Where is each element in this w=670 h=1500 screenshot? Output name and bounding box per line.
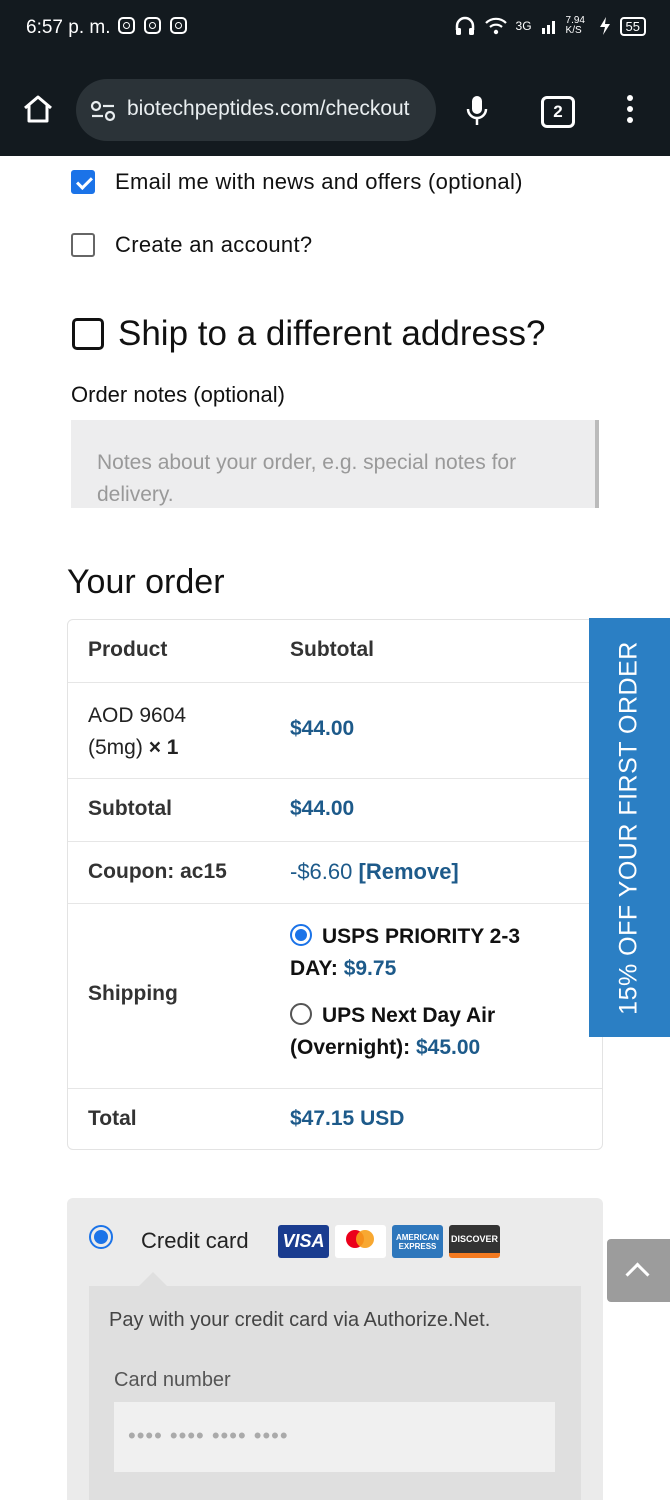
instagram-icon — [170, 17, 187, 34]
email-optin-label: Email me with news and offers (optional) — [115, 169, 523, 194]
create-account-checkbox[interactable] — [71, 233, 95, 257]
usps-radio[interactable] — [290, 924, 312, 946]
promo-text: 15% OFF YOUR FIRST ORDER — [614, 641, 643, 1015]
coupon-value: -$6.60 [Remove] — [290, 859, 459, 885]
table-header-row: Product Subtotal — [68, 620, 602, 683]
item-name: AOD 9604 (5mg) × 1 — [88, 700, 238, 764]
address-bar[interactable]: biotechpeptides.com/checkout — [76, 79, 436, 141]
usps-option-label: USPS PRIORITY 2-3 DAY: — [290, 925, 521, 980]
order-review-table: Product Subtotal AOD 9604 (5mg) × 1 $44.… — [67, 619, 603, 1150]
signal-icon — [541, 21, 555, 34]
order-item-row: AOD 9604 (5mg) × 1 $44.00 — [68, 683, 602, 779]
headphones-icon — [455, 16, 474, 35]
create-account-label: Create an account? — [115, 232, 313, 257]
ups-option-price: $45.00 — [416, 1036, 481, 1059]
coupon-label: Coupon: ac15 — [88, 860, 227, 883]
tab-switcher-button[interactable]: 2 — [541, 96, 575, 128]
ship-different-row[interactable]: Ship to a different address? — [72, 314, 545, 354]
status-time: 6:57 p. m. — [26, 17, 111, 38]
overflow-menu-icon[interactable] — [625, 95, 635, 128]
total-value: $47.15 USD — [290, 1107, 405, 1130]
payment-section: Credit card VISA AMERICAN EXPRESS DISCOV… — [67, 1198, 603, 1500]
subtotal-column-header: Subtotal — [290, 638, 374, 661]
home-icon[interactable] — [22, 93, 54, 125]
network-speed: 7.94 K/S — [565, 15, 585, 36]
shipping-row: Shipping USPS PRIORITY 2-3 DAY: $9.75 UP… — [68, 904, 602, 1089]
credit-card-radio[interactable] — [89, 1225, 113, 1249]
payment-details-box: Pay with your credit card via Authorize.… — [89, 1286, 581, 1500]
total-row: Total $47.15 USD — [68, 1089, 602, 1150]
site-settings-icon[interactable] — [90, 100, 116, 122]
mastercard-logo-icon — [335, 1225, 386, 1258]
shipping-label: Shipping — [88, 982, 178, 1005]
shipping-option-ups[interactable]: UPS Next Day Air (Overnight): $45.00 — [290, 1000, 570, 1064]
battery-level: 55 — [619, 16, 646, 36]
item-price: $44.00 — [290, 717, 355, 740]
discover-logo-icon: DISCOVER — [449, 1225, 500, 1258]
payment-description: Pay with your credit card via Authorize.… — [109, 1309, 491, 1331]
order-notes-textarea[interactable]: Notes about your order, e.g. special not… — [71, 420, 599, 508]
ups-radio[interactable] — [290, 1003, 312, 1025]
subtotal-label: Subtotal — [88, 797, 172, 820]
card-number-input[interactable]: •••• •••• •••• •••• — [114, 1402, 555, 1472]
amex-logo-icon: AMERICAN EXPRESS — [392, 1225, 443, 1258]
url-text[interactable]: biotechpeptides.com/checkout — [127, 97, 427, 121]
order-notes-label: Order notes (optional) — [71, 382, 285, 407]
usps-option-price: $9.75 — [343, 957, 397, 980]
payment-box-pointer — [139, 1272, 167, 1286]
network-type: 3G — [515, 19, 532, 33]
visa-logo-icon: VISA — [278, 1225, 329, 1258]
your-order-heading: Your order — [67, 563, 225, 601]
status-indicators: 3G 7.94 K/S 55 — [454, 16, 646, 36]
card-logos: VISA AMERICAN EXPRESS DISCOVER — [278, 1225, 500, 1258]
ship-different-label: Ship to a different address? — [118, 314, 546, 353]
create-account-row[interactable]: Create an account? — [71, 232, 312, 258]
product-column-header: Product — [88, 638, 168, 661]
credit-card-label[interactable]: Credit card — [141, 1228, 249, 1254]
notification-icons — [118, 17, 187, 34]
charging-icon — [599, 17, 610, 35]
email-optin-checkbox[interactable] — [71, 170, 95, 194]
subtotal-value: $44.00 — [290, 797, 355, 820]
scroll-to-top-button[interactable] — [607, 1239, 670, 1302]
ship-different-checkbox[interactable] — [72, 318, 104, 350]
instagram-icon — [144, 17, 161, 34]
shipping-option-usps[interactable]: USPS PRIORITY 2-3 DAY: $9.75 — [290, 921, 570, 985]
email-optin-row[interactable]: Email me with news and offers (optional) — [71, 169, 523, 195]
coupon-row: Coupon: ac15 -$6.60 [Remove] — [68, 842, 602, 904]
card-number-label: Card number — [114, 1369, 231, 1391]
first-order-promo-tab[interactable]: 15% OFF YOUR FIRST ORDER — [589, 618, 670, 1037]
instagram-icon — [118, 17, 135, 34]
status-bar: 6:57 p. m. 3G 7.94 K/S 55 — [0, 0, 670, 60]
browser-toolbar: biotechpeptides.com/checkout 2 — [0, 60, 670, 156]
remove-coupon-link[interactable]: [Remove] — [359, 859, 459, 884]
coupon-amount: -$6.60 — [290, 859, 353, 884]
item-quantity: × 1 — [148, 736, 179, 759]
total-label: Total — [88, 1107, 137, 1130]
wifi-icon — [484, 17, 507, 35]
subtotal-row: Subtotal $44.00 — [68, 779, 602, 842]
microphone-icon[interactable] — [465, 95, 489, 127]
